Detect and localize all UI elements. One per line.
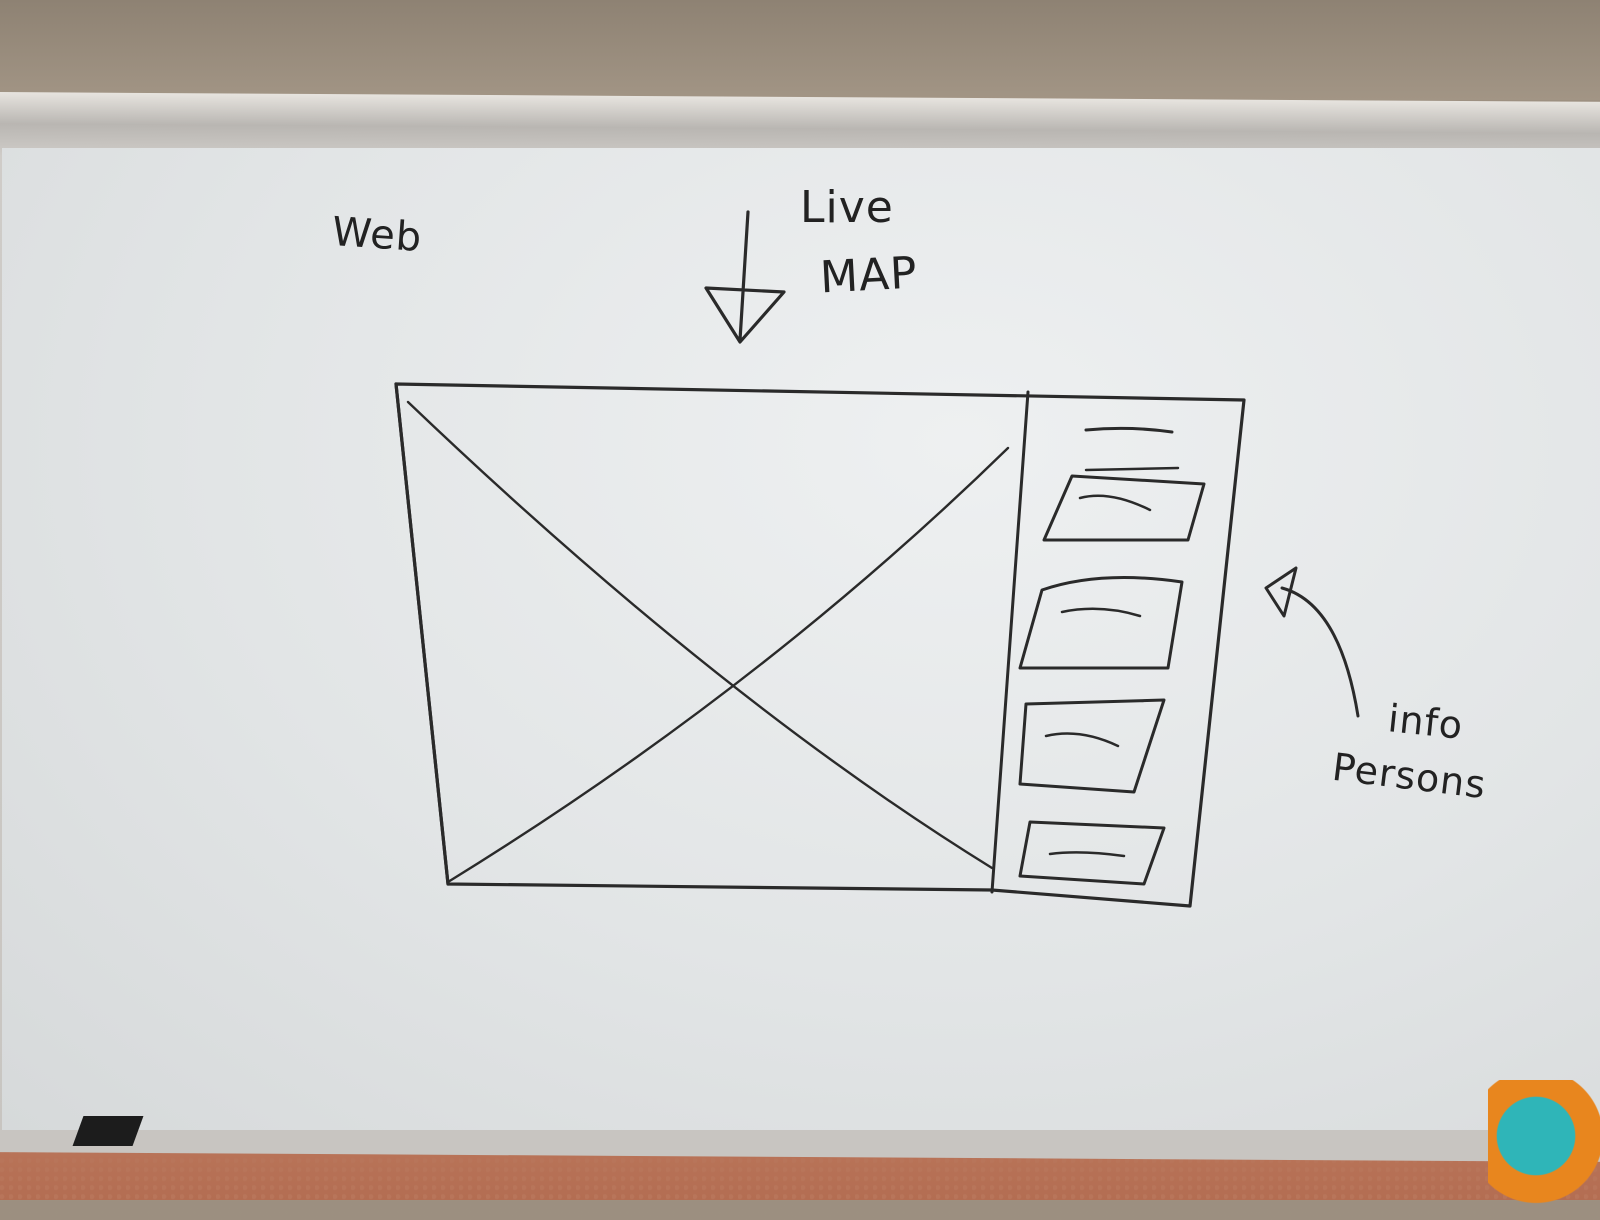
label-live: Live	[800, 182, 894, 233]
map-placeholder-cross-1	[406, 400, 994, 870]
person-card-3	[1018, 698, 1166, 794]
info-arrow-icon	[1264, 566, 1360, 718]
down-arrow-icon	[704, 210, 786, 344]
label-info: info	[1385, 696, 1466, 748]
sidebar-divider	[990, 390, 1030, 894]
label-map: MAP	[818, 247, 919, 304]
person-card-1	[1042, 466, 1206, 542]
label-web: Web	[330, 208, 424, 262]
person-card-4	[1018, 820, 1166, 886]
app-window-outline	[394, 382, 1246, 908]
sidebar-header-line	[1084, 426, 1174, 434]
map-placeholder-box	[394, 382, 450, 886]
map-placeholder-cross-2	[446, 446, 1010, 884]
whiteboard-sketch	[394, 210, 1360, 908]
person-card-2	[1018, 576, 1184, 670]
